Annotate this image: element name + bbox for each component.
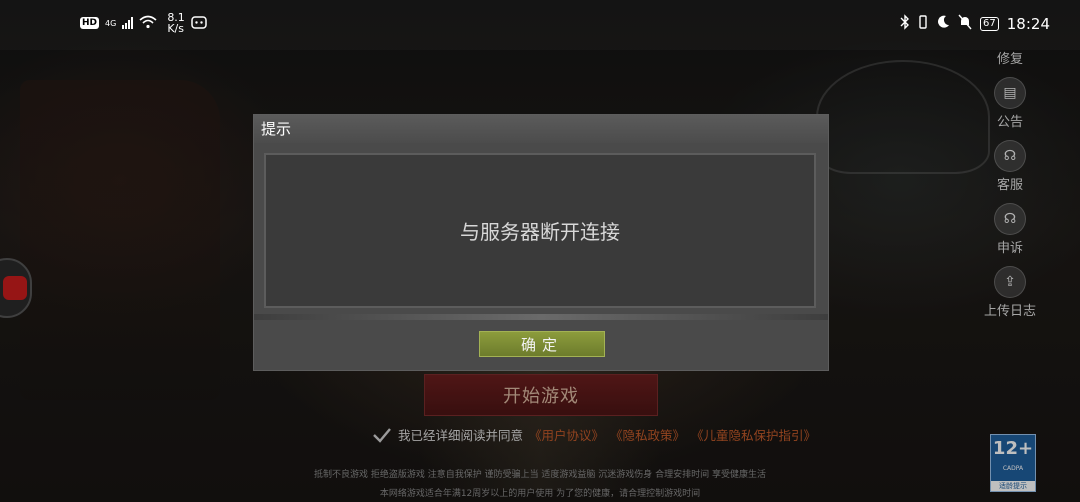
network-speed-unit: K/s (167, 22, 184, 35)
vibrate-icon (918, 14, 928, 34)
dialog-message: 与服务器断开连接 (460, 220, 620, 244)
signal-icon (122, 17, 134, 29)
status-bar: HD 4G 8.1 K/s 67 18:24 (0, 0, 1080, 50)
network-type: 4G (105, 18, 117, 28)
mute-bell-icon (958, 14, 972, 34)
disconnect-dialog: 提示 与服务器断开连接 确定 (253, 114, 829, 371)
bluetooth-icon (900, 14, 910, 34)
moon-icon (936, 15, 950, 33)
dialog-title: 提示 (254, 115, 828, 143)
network-speed: 8.1 K/s (167, 12, 185, 34)
hd-badge: HD (80, 17, 100, 29)
wifi-icon (139, 15, 157, 32)
confirm-button[interactable]: 确定 (479, 331, 605, 357)
dialog-divider (254, 314, 828, 320)
app-notification-icon (191, 14, 207, 33)
status-right: 67 18:24 (900, 14, 1050, 34)
clock: 18:24 (1006, 15, 1050, 33)
battery-indicator: 67 (980, 17, 999, 31)
status-left: HD 4G 8.1 K/s (80, 12, 207, 34)
dialog-message-box: 与服务器断开连接 (264, 153, 816, 308)
